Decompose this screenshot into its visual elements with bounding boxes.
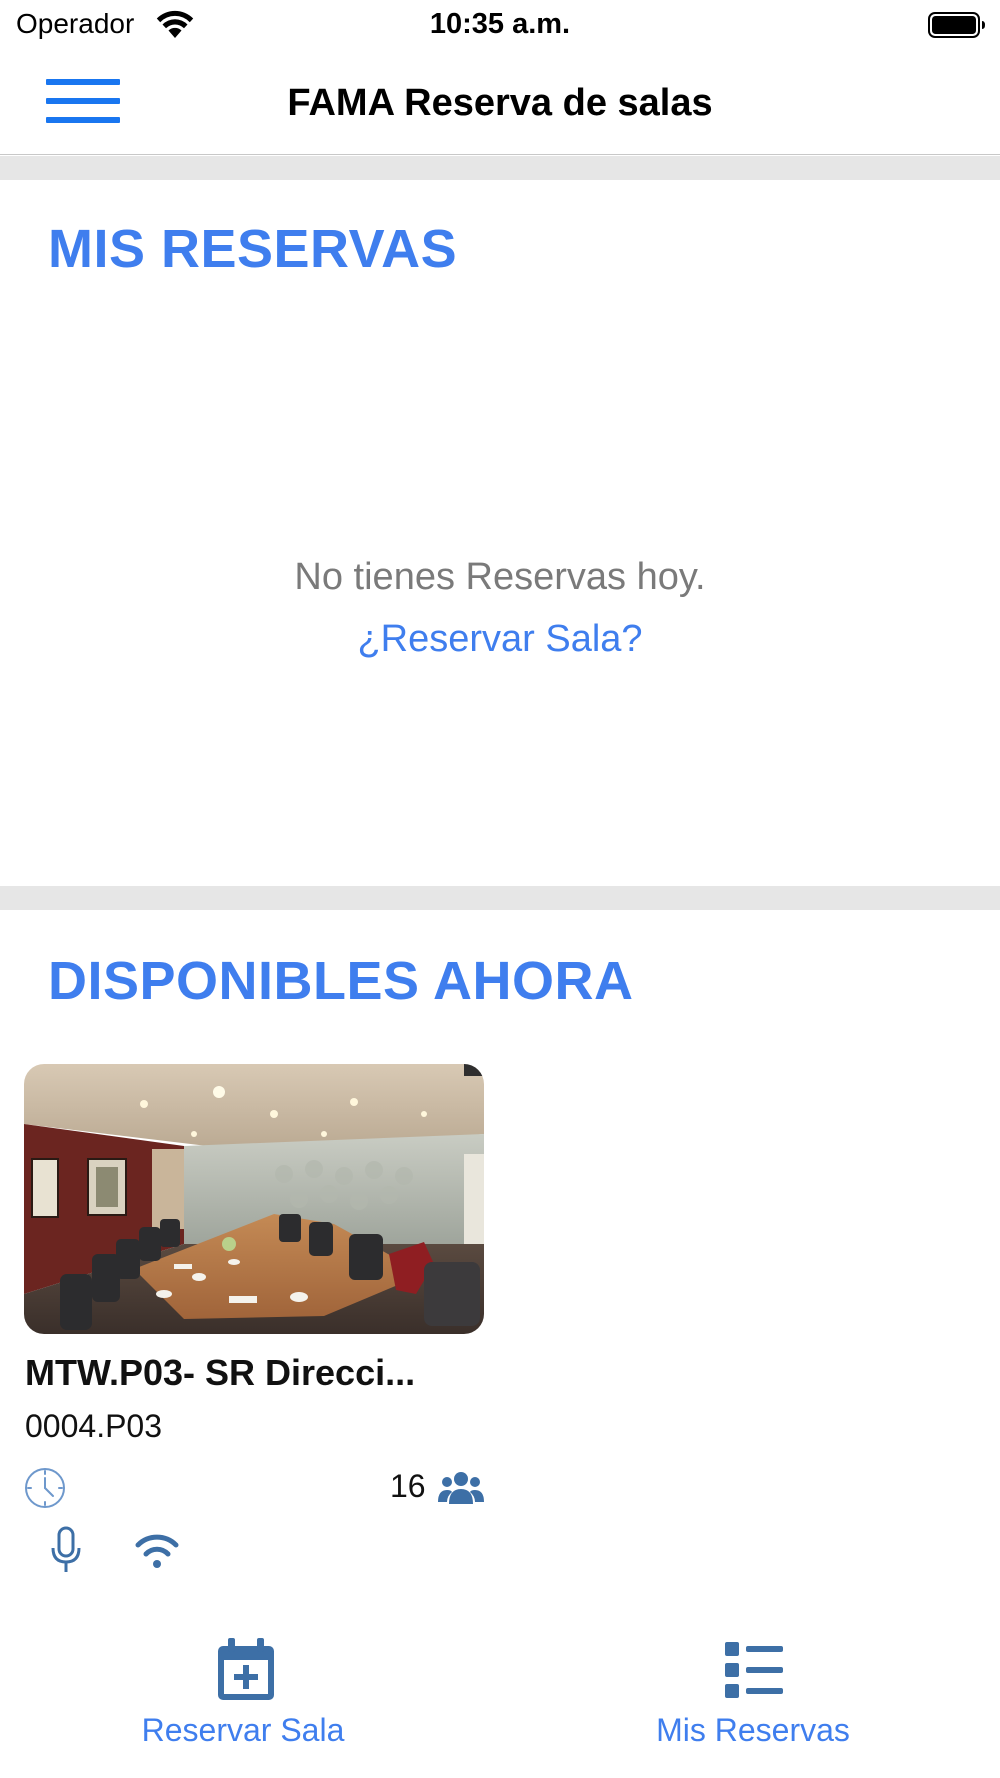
section-separator <box>0 156 1000 180</box>
tab-reserve-room-label: Reservar Sala <box>141 1712 345 1748</box>
battery-icon <box>928 12 985 38</box>
conference-room-image <box>24 1064 484 1334</box>
room-name: MTW.P03- SR Direcci... <box>25 1352 416 1393</box>
tab-bar: Reservar Sala Mis Reservas <box>0 1620 1000 1778</box>
room-code: 0004.P03 <box>25 1408 163 1444</box>
people-icon <box>438 1472 484 1504</box>
wifi-icon <box>135 1534 179 1568</box>
available-now-title: DISPONIBLES AHORA <box>48 951 634 1011</box>
section-separator <box>0 886 1000 910</box>
my-reservations-title: MIS RESERVAS <box>48 219 458 279</box>
tab-my-reservations[interactable]: Mis Reservas <box>500 1620 1000 1778</box>
room-card[interactable]: MTW.P03- SR Direcci... 0004.P03 16 <box>24 1064 484 1584</box>
room-capacity: 16 <box>390 1468 426 1504</box>
reserve-room-link[interactable]: ¿Reservar Sala? <box>0 618 1000 661</box>
room-photo[interactable] <box>24 1064 484 1334</box>
calendar-plus-icon <box>218 1638 274 1700</box>
empty-reservations-message: No tienes Reservas hoy. <box>294 556 706 598</box>
navigation-bar: FAMA Reserva de salas <box>0 52 1000 155</box>
microphone-icon <box>51 1526 81 1572</box>
tab-my-reservations-label: Mis Reservas <box>656 1712 850 1748</box>
page-title: FAMA Reserva de salas <box>287 82 713 124</box>
list-icon <box>725 1642 783 1698</box>
status-bar: Operador 10:35 a.m. <box>0 0 1000 52</box>
clock-icon <box>25 1468 65 1508</box>
tab-reserve-room[interactable]: Reservar Sala <box>0 1620 500 1778</box>
status-time: 10:35 a.m. <box>429 8 571 40</box>
